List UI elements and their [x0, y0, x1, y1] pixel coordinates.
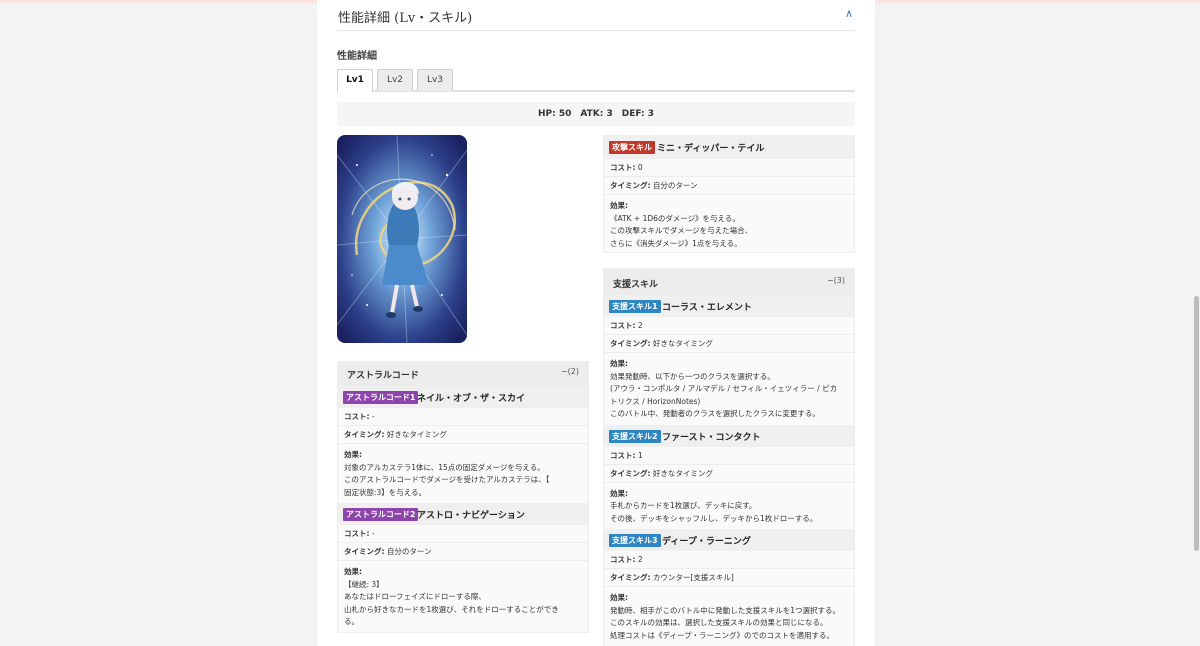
detail-panel: 性能詳細 (Lv・スキル) ∧ 性能詳細 Lv1 Lv2 Lv3 HP: 50 …	[317, 0, 875, 646]
attack-skill-cost: コスト: 0	[604, 159, 854, 177]
astral-item-1-name: ネイル・オブ・ザ・スカイ	[417, 394, 526, 404]
support-item-2-header: 支援スキル2 ファースト・コンタクト	[604, 424, 854, 447]
astral-item-1-timing: タイミング: 好きなタイミング	[338, 426, 588, 444]
page-scrollbar[interactable]	[1194, 296, 1199, 551]
astral-code-title: アストラルコード	[347, 371, 419, 381]
support-item-1-name: コーラス・エレメント	[662, 303, 752, 313]
tab-lv1[interactable]: Lv1	[337, 69, 373, 92]
chevron-up-icon[interactable]: ∧	[845, 7, 853, 20]
support-item-2-timing: タイミング: 好きなタイミング	[604, 465, 854, 483]
support-item-2-effect: 効果: 手札からカードを1枚選び、デッキに戻す。 その後、デッキをシャッフルし、…	[610, 488, 818, 523]
stats-bar: HP: 50 ATK: 3 DEF: 3	[337, 102, 855, 126]
support-item-2-cost: コスト: 1	[604, 447, 854, 465]
support-item-2-name: ファースト・コンタクト	[662, 432, 761, 443]
tab-lv2[interactable]: Lv2	[377, 69, 413, 91]
astral-item-1-effect: 効果: 対象のアルカステラ1体に、15点の固定ダメージを与える。 このアストラル…	[344, 450, 550, 497]
support-item-1-timing: タイミング: 好きなタイミング	[604, 335, 854, 353]
support-skill-title: 支援スキル	[613, 280, 659, 290]
astral-code-box: アストラルコード −(2) アストラルコード1 ネイル・オブ・ザ・スカイ コスト…	[337, 361, 589, 633]
astral-item-2-timing: タイミング: 自分のターン	[338, 543, 588, 561]
attack-skill-timing: タイミング: 自分のターン	[604, 177, 854, 195]
section-title: 性能詳細 (Lv・スキル)	[338, 11, 473, 26]
support-item-3-effect: 効果: 発動時、相手がこのバトル中に発動した支援スキルを1つ選択する。 このスキ…	[610, 593, 840, 640]
attack-skill-badge: 攻撃スキル	[609, 141, 655, 154]
support-item-1-badge: 支援スキル1	[609, 300, 661, 313]
astral-item-2-effect: 効果: 【継続: 3】 あなたはドローフェイズにドローする際、 山札から好きなカ…	[344, 567, 559, 626]
astral-code-header[interactable]: アストラルコード −(2)	[338, 362, 588, 386]
astral-item-1-cost: コスト: -	[338, 408, 588, 426]
support-item-1-effect: 効果: 効果発動時、以下から一つのクラスを選択する。 (アウラ・コンポルタ / …	[610, 359, 838, 418]
astral-item-1-header: アストラルコード1 ネイル・オブ・ザ・スカイ	[338, 386, 588, 408]
support-item-3-header: 支援スキル3 ディープ・ラーニング	[604, 529, 854, 551]
subsection-title: 性能詳細	[337, 51, 377, 62]
support-item-2-badge: 支援スキル2	[609, 429, 661, 443]
astral-item-2-header: アストラルコード2 アストロ・ナビゲーション	[338, 503, 588, 525]
astral-item-2-badge: アストラルコード2	[343, 508, 419, 521]
card-illustration	[337, 135, 467, 343]
support-item-3-name: ディープ・ラーニング	[662, 537, 751, 547]
support-skill-header[interactable]: 支援スキル −(3)	[604, 269, 854, 295]
astral-item-2-name: アストロ・ナビゲーション	[417, 511, 525, 521]
attack-skill-name: ミニ・ディッパー・テイル	[657, 144, 765, 154]
support-skill-count[interactable]: −(3)	[827, 276, 845, 285]
support-item-1-cost: コスト: 2	[604, 317, 854, 335]
attack-skill-effect: 効果: 《ATK + 1D6のダメージ》を与える。 この攻撃スキルでダメージを与…	[610, 201, 753, 248]
support-item-1-header: 支援スキル1 コーラス・エレメント	[604, 295, 854, 317]
support-item-3-badge: 支援スキル3	[609, 534, 661, 547]
tab-lv3[interactable]: Lv3	[417, 69, 453, 91]
astral-code-count[interactable]: −(2)	[561, 367, 579, 376]
attack-skill-box: 攻撃スキル ミニ・ディッパー・テイル コスト: 0 タイミング: 自分のターン …	[603, 135, 855, 253]
support-item-3-timing: タイミング: カウンター[支援スキル]	[604, 569, 854, 587]
astral-item-2-cost: コスト: -	[338, 525, 588, 543]
attack-skill-header: 攻撃スキル ミニ・ディッパー・テイル	[604, 136, 854, 159]
section-header: 性能詳細 (Lv・スキル) ∧	[337, 4, 855, 31]
astral-item-1-badge: アストラルコード1	[343, 391, 419, 404]
support-item-3-cost: コスト: 2	[604, 551, 854, 569]
support-skill-box: 支援スキル −(3) 支援スキル1 コーラス・エレメント コスト: 2 タイミン…	[603, 268, 855, 646]
level-tabs: Lv1 Lv2 Lv3	[337, 69, 855, 92]
